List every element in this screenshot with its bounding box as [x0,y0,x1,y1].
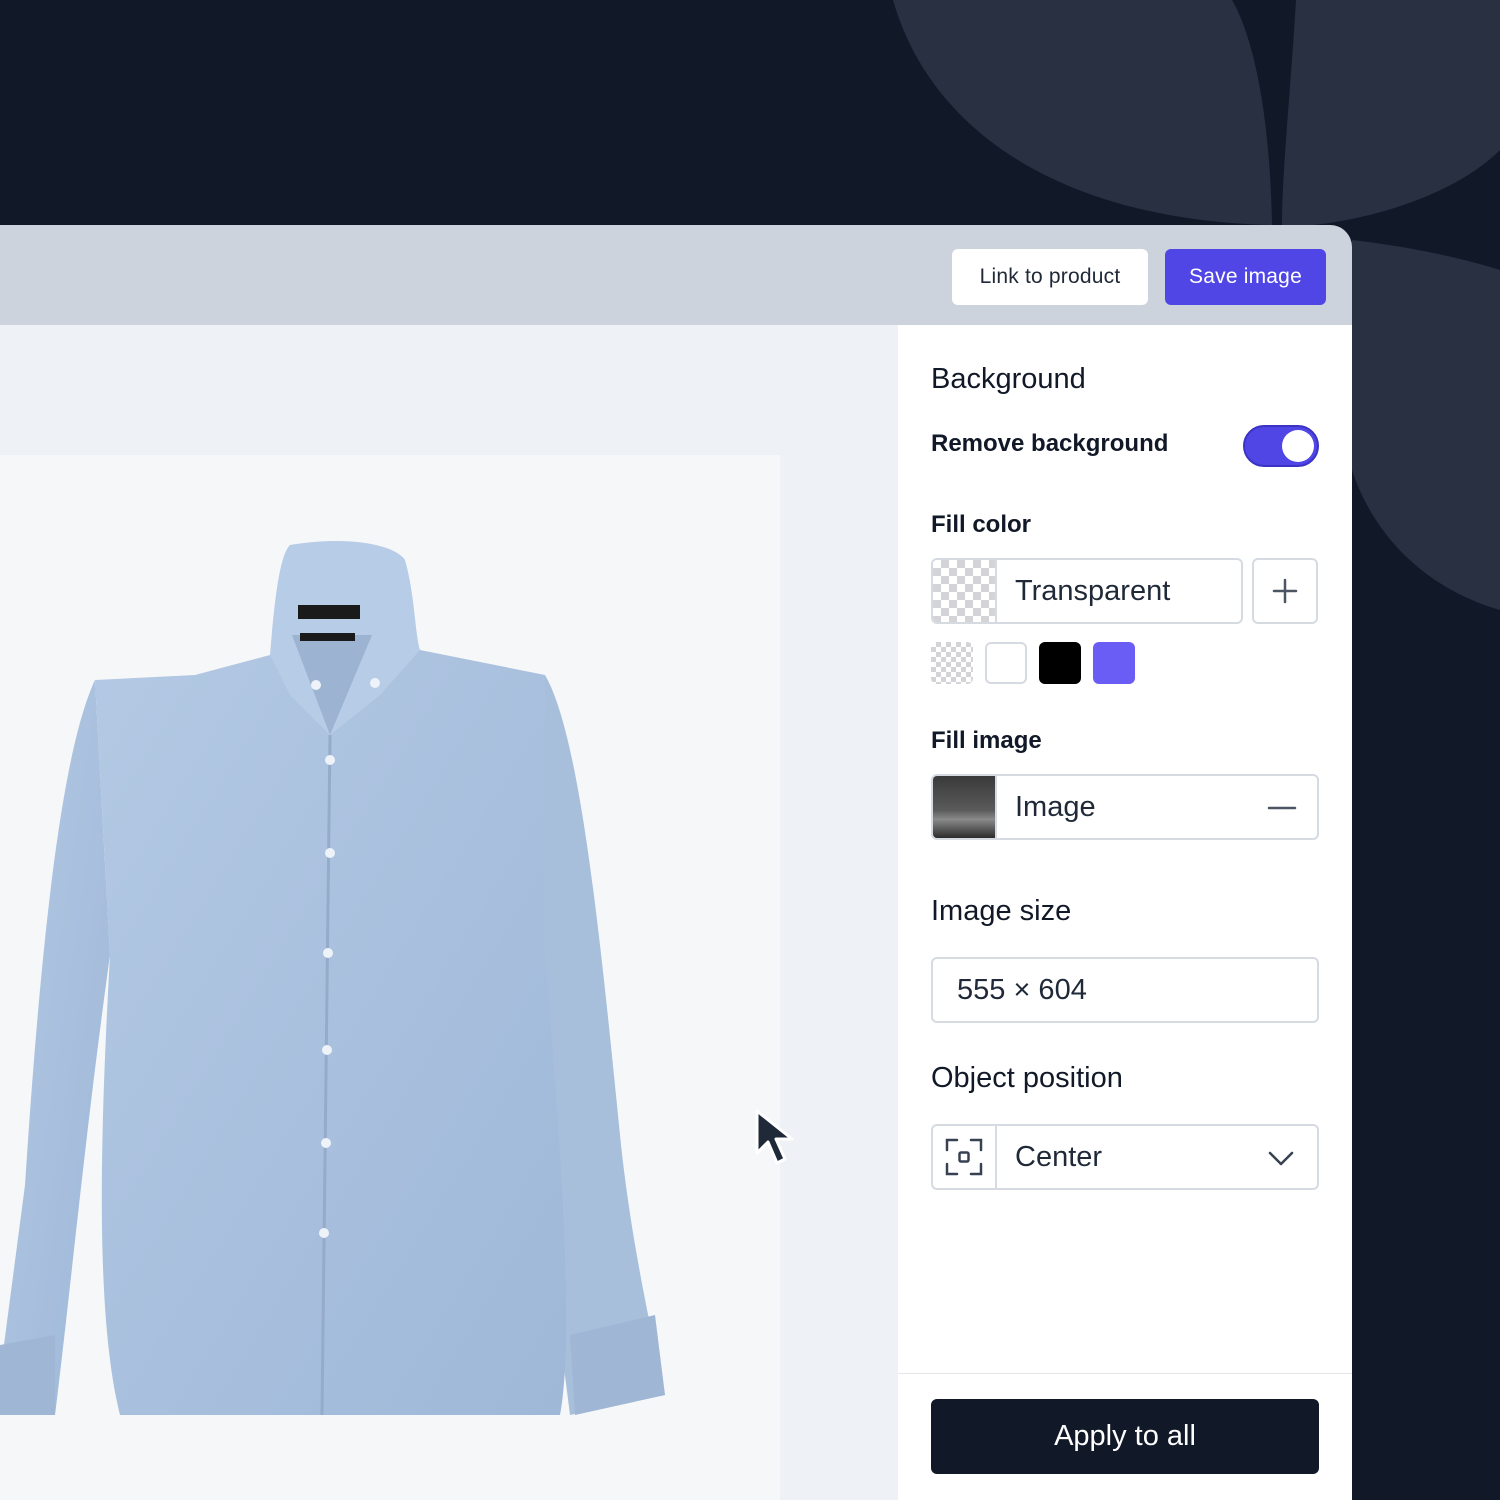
properties-panel: Background Remove background Fill color … [898,325,1352,1500]
chevron-down-icon [1268,1151,1294,1166]
remove-background-label: Remove background [931,430,1169,457]
swatch-transparent[interactable] [931,642,973,684]
background-heading: Background [931,363,1086,395]
link-to-product-button[interactable]: Link to product [952,249,1148,305]
panel-footer: Apply to all [898,1373,1352,1500]
remove-background-toggle[interactable] [1243,425,1319,467]
image-size-field[interactable]: 555 × 604 [931,957,1319,1023]
image-size-heading: Image size [931,895,1072,927]
plus-icon [1272,578,1298,604]
fill-color-value: Transparent [1015,574,1171,607]
image-canvas[interactable] [0,325,898,1500]
editor-window: Link to product Save image Background Re… [0,225,1352,1500]
fill-image-field[interactable]: Image [931,774,1319,840]
save-image-button[interactable]: Save image [1165,249,1326,305]
minus-icon[interactable] [1267,796,1297,820]
toggle-knob [1282,430,1314,462]
object-position-select[interactable]: Center [931,1124,1319,1190]
apply-to-all-button[interactable]: Apply to all [931,1399,1319,1474]
object-position-value: Center [1015,1140,1103,1173]
mouse-cursor-icon [755,1109,794,1165]
transparent-swatch-preview [933,560,997,622]
fill-image-thumbnail [933,776,997,838]
focus-frame-icon [945,1138,983,1176]
add-color-button[interactable] [1252,558,1318,624]
fill-color-label: Fill color [931,511,1032,538]
swatch-white[interactable] [985,642,1027,684]
fill-image-value: Image [1015,790,1096,823]
fill-color-field[interactable]: Transparent [931,558,1243,624]
swatch-black[interactable] [1039,642,1081,684]
swatch-purple[interactable] [1093,642,1135,684]
object-position-heading: Object position [931,1062,1123,1094]
object-position-icon-cell [933,1126,997,1188]
top-toolbar: Link to product Save image [0,225,1352,325]
product-shirt-image [0,540,665,1415]
fill-image-label: Fill image [931,727,1042,754]
image-size-value: 555 × 604 [957,973,1087,1006]
